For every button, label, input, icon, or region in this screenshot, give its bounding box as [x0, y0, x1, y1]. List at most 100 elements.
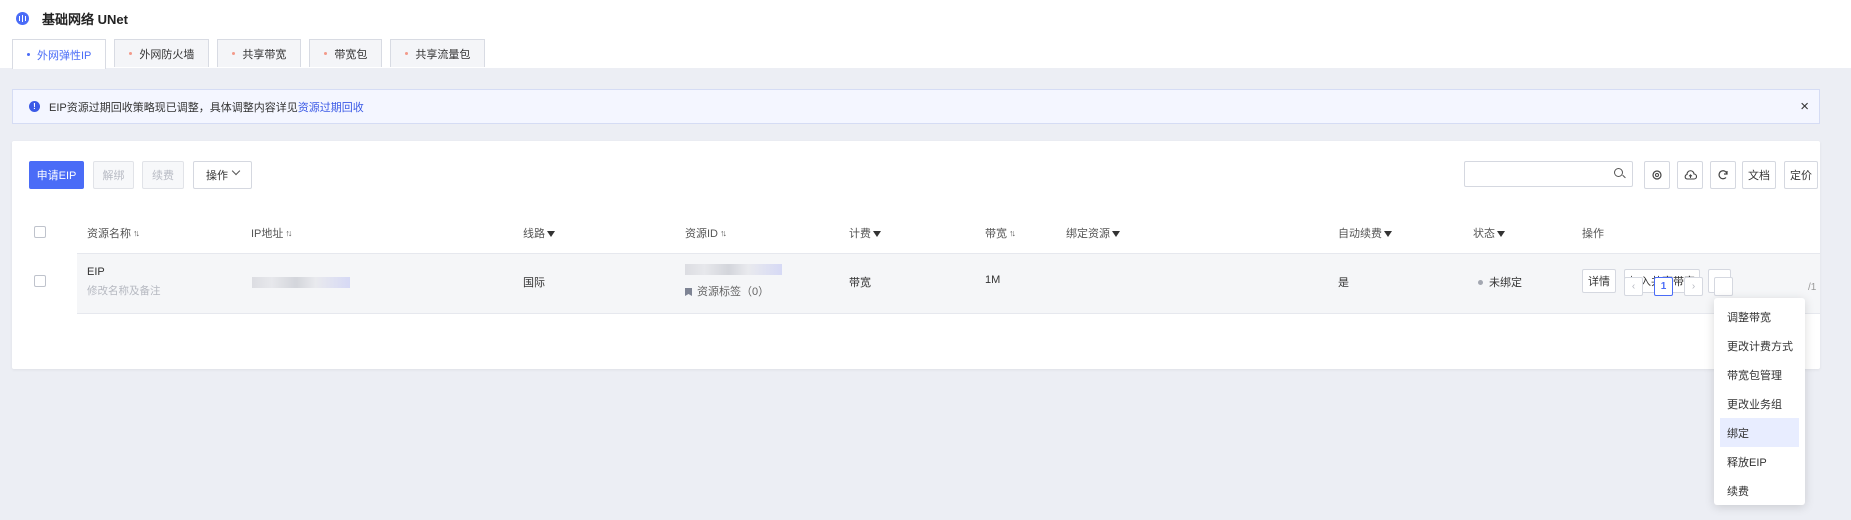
docs-button[interactable]: 文档	[1742, 161, 1776, 189]
tab-dot-icon	[27, 53, 30, 56]
ip-address-masked	[252, 277, 350, 288]
refresh-icon	[1718, 170, 1728, 180]
header-actions: 操作	[1582, 228, 1604, 240]
more-actions-menu: 调整带宽 更改计费方式 带宽包管理 更改业务组 绑定 释放EIP 续费	[1714, 298, 1805, 505]
menu-item-bind[interactable]: 绑定	[1720, 418, 1799, 447]
chevron-down-icon	[231, 166, 241, 176]
resource-tag-label: 资源标签（0）	[697, 286, 770, 298]
tab-dot-icon	[129, 52, 133, 55]
sort-icon[interactable]: ↑↓	[285, 228, 292, 238]
tab-dot-icon	[405, 52, 409, 55]
table-header: 资源名称 ↑↓ IP地址 ↑↓ 线路 资源ID ↑↓ 计费 带宽 ↑↓ 绑定资源 自动续…	[12, 211, 1820, 253]
cloud-upload-icon	[1684, 169, 1697, 180]
row-checkbox[interactable]	[34, 275, 46, 287]
header-bound-resource[interactable]: 绑定资源	[1066, 225, 1120, 241]
renew-button[interactable]: 续费	[142, 161, 184, 189]
edit-remark-link[interactable]: 修改名称及备注	[87, 283, 161, 298]
tab-dot-icon	[324, 52, 328, 55]
header-label: 带宽	[985, 228, 1007, 240]
eip-panel: 申请EIP 解绑 续费 操作 文档 定价 资源名称 ↑↓ IP地址 ↑↓ 线路 资源…	[12, 141, 1820, 369]
filter-icon[interactable]	[1384, 231, 1392, 237]
operation-dropdown[interactable]: 操作	[193, 161, 252, 189]
tab-dot-icon	[232, 52, 236, 55]
status-dot-icon	[1478, 280, 1483, 285]
tab-firewall[interactable]: 外网防火墙	[114, 39, 210, 67]
filter-icon[interactable]	[1497, 231, 1505, 237]
page-1-button[interactable]: 1	[1654, 277, 1673, 296]
unbind-button[interactable]: 解绑	[93, 161, 134, 189]
menu-item-bandwidth-package[interactable]: 带宽包管理	[1720, 360, 1799, 389]
page-total: /1	[1808, 282, 1817, 293]
bookmark-icon	[685, 288, 692, 296]
pricing-button[interactable]: 定价	[1784, 161, 1818, 189]
menu-item-change-group[interactable]: 更改业务组	[1720, 389, 1799, 418]
row-auto-renew: 是	[1338, 277, 1349, 289]
tab-label: 外网防火墙	[139, 48, 195, 61]
header-label: 绑定资源	[1066, 228, 1110, 240]
tab-shared-bandwidth[interactable]: 共享带宽	[217, 39, 302, 67]
sort-icon[interactable]: ↑↓	[133, 228, 140, 238]
status-badge: 未绑定	[1478, 274, 1522, 290]
operation-label: 操作	[206, 170, 228, 182]
next-page-button[interactable]: ›	[1684, 277, 1703, 296]
header-label: IP地址	[251, 228, 284, 240]
notice-text: EIP资源过期回收策略现已调整，具体调整内容详见	[49, 101, 298, 114]
sort-icon[interactable]: ↑↓	[1009, 228, 1016, 238]
select-all-checkbox[interactable]	[34, 226, 46, 238]
search-icon[interactable]	[1614, 168, 1623, 177]
header-label: 线路	[523, 228, 545, 240]
header-label: 计费	[849, 228, 871, 240]
tab-shared-traffic[interactable]: 共享流量包	[390, 39, 486, 67]
filter-icon[interactable]	[873, 231, 881, 237]
header-resource-id[interactable]: 资源ID ↑↓	[685, 225, 727, 241]
header-label: 资源名称	[87, 228, 131, 240]
settings-button[interactable]	[1644, 161, 1670, 189]
tab-eip[interactable]: 外网弹性IP	[12, 39, 107, 69]
row-line: 国际	[523, 277, 545, 289]
header-bandwidth[interactable]: 带宽 ↑↓	[985, 225, 1016, 241]
header-auto-renew[interactable]: 自动续费	[1338, 225, 1392, 241]
header-line[interactable]: 线路	[523, 225, 555, 241]
header-label: 自动续费	[1338, 228, 1382, 240]
menu-item-change-billing[interactable]: 更改计费方式	[1720, 331, 1799, 360]
tab-bar: 外网弹性IP 外网防火墙 共享带宽 带宽包 共享流量包	[12, 39, 493, 69]
tab-label: 带宽包	[334, 48, 368, 61]
unet-logo-icon	[16, 11, 29, 25]
gear-icon	[1652, 170, 1662, 180]
upload-button[interactable]	[1677, 161, 1703, 189]
page-size-select[interactable]	[1714, 277, 1733, 296]
header-name[interactable]: 资源名称 ↑↓	[87, 225, 140, 241]
filter-icon[interactable]	[1112, 231, 1120, 237]
menu-item-adjust-bandwidth[interactable]: 调整带宽	[1720, 302, 1799, 331]
row-billing: 带宽	[849, 277, 871, 289]
status-label: 未绑定	[1489, 277, 1522, 289]
row-bandwidth: 1M	[985, 274, 1001, 286]
detail-button[interactable]: 详情	[1582, 269, 1616, 293]
app-title: 基础网络 UNet	[42, 11, 128, 27]
menu-item-renew[interactable]: 续费	[1720, 476, 1799, 505]
resource-id-masked	[685, 264, 782, 275]
notice-link[interactable]: 资源过期回收	[298, 99, 364, 115]
header-label: 状态	[1473, 228, 1495, 240]
info-icon: !	[29, 101, 40, 112]
header-billing[interactable]: 计费	[849, 225, 881, 241]
tab-bandwidth-package[interactable]: 带宽包	[309, 39, 383, 67]
prev-page-button[interactable]: ‹	[1624, 277, 1643, 296]
resource-tag[interactable]: 资源标签（0）	[685, 283, 769, 299]
tab-label: 共享带宽	[242, 48, 287, 61]
row-name: EIP	[87, 266, 105, 278]
header-ip[interactable]: IP地址 ↑↓	[251, 225, 292, 241]
sort-icon[interactable]: ↑↓	[720, 228, 727, 238]
tab-label: 共享流量包	[415, 48, 471, 61]
menu-item-release-eip[interactable]: 释放EIP	[1720, 447, 1799, 476]
tab-label: 外网弹性IP	[37, 49, 92, 62]
header-label: 资源ID	[685, 228, 718, 240]
notice-banner: ! EIP资源过期回收策略现已调整，具体调整内容详见 资源过期回收 ×	[12, 89, 1820, 124]
apply-eip-button[interactable]: 申请EIP	[29, 161, 84, 189]
header-status[interactable]: 状态	[1473, 225, 1505, 241]
refresh-button[interactable]	[1710, 161, 1736, 189]
filter-icon[interactable]	[547, 231, 555, 237]
close-icon[interactable]: ×	[1800, 99, 1809, 114]
app-header: 基础网络 UNet	[16, 8, 128, 28]
search-input[interactable]	[1464, 161, 1633, 187]
